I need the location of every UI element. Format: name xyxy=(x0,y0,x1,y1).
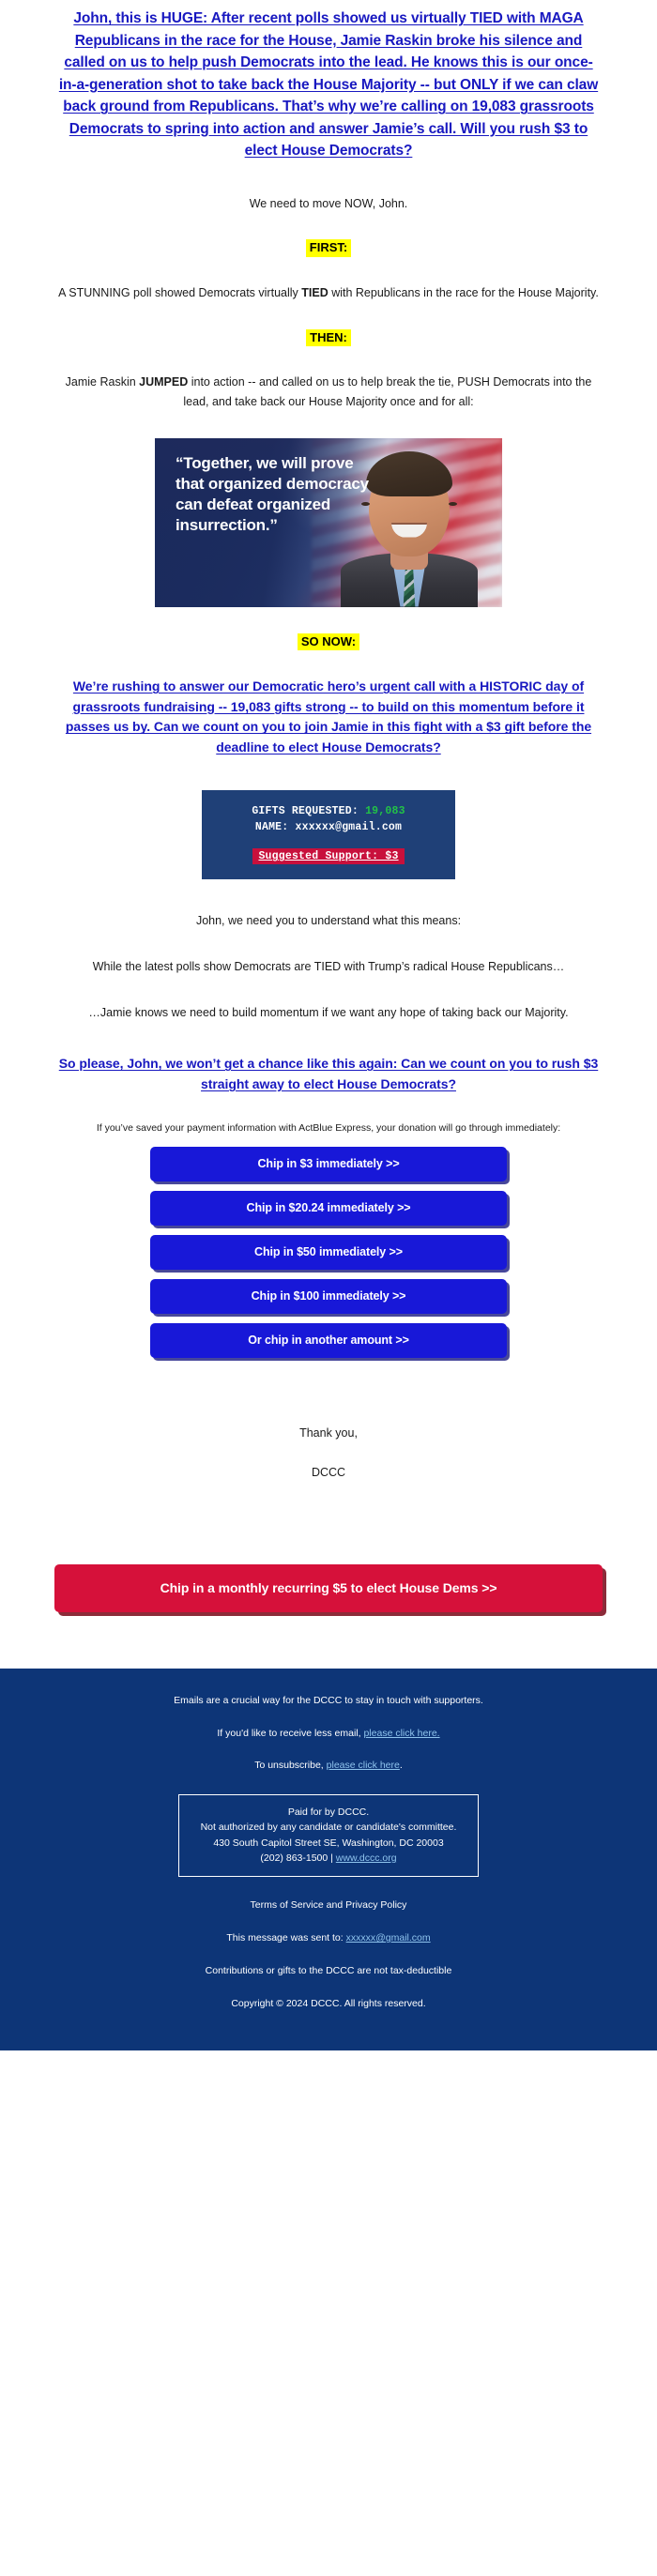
gifts-requested-row: GIFTS REQUESTED: 19,083 xyxy=(211,803,446,819)
website-link[interactable]: www.dccc.org xyxy=(336,1852,397,1864)
donate-button-100[interactable]: Chip in $100 immediately >> xyxy=(150,1278,507,1314)
mid-paragraph-2-section: While the latest polls show Democrats ar… xyxy=(0,957,657,977)
sent-to-prefix: This message was sent to: xyxy=(226,1932,346,1944)
then-para-after: into action -- and called on us to help … xyxy=(183,375,592,408)
intro-section: We need to move NOW, John. xyxy=(0,194,657,214)
so-now-cta-link[interactable]: We’re rushing to answer our Democratic h… xyxy=(56,677,601,758)
final-cta-link[interactable]: So please, John, we won’t get a chance l… xyxy=(56,1054,601,1094)
quote-card[interactable]: “Together, we will prove that organized … xyxy=(155,437,502,607)
gifts-requested-label: GIFTS REQUESTED: xyxy=(252,804,359,817)
recurring-donation-button[interactable]: Chip in a monthly recurring $5 to elect … xyxy=(54,1563,603,1612)
quote-text: “Together, we will prove that organized … xyxy=(176,453,369,534)
email-footer: Emails are a crucial way for the DCCC to… xyxy=(0,1668,657,2051)
copyright-line: Copyright © 2024 DCCC. All rights reserv… xyxy=(231,1997,426,2009)
first-para-before: A STUNNING poll showed Democrats virtual… xyxy=(58,286,302,300)
name-label: NAME: xyxy=(254,821,289,834)
signoff-thanks: Thank you, xyxy=(299,1425,358,1440)
first-highlight-label: FIRST: xyxy=(305,239,352,258)
paid-for-disclaimer-box: Paid for by DCCC. Not authorized by any … xyxy=(178,1794,479,1878)
gifts-requested-value: 19,083 xyxy=(365,804,405,817)
so-now-cta-section: We’re rushing to answer our Democratic h… xyxy=(0,677,657,758)
signoff-section: Thank you, DCCC xyxy=(0,1424,657,1482)
raskin-quote-image[interactable]: “Together, we will prove that organized … xyxy=(0,437,657,607)
then-para-bold: JUMPED xyxy=(139,375,189,389)
address-line: 430 South Capitol Street SE, Washington,… xyxy=(213,1837,444,1849)
mid-paragraph-3: …Jamie knows we need to build momentum i… xyxy=(88,1005,569,1019)
then-highlight-label: THEN: xyxy=(306,328,351,347)
signoff-org: DCCC xyxy=(311,1465,346,1479)
unsubscribe-prefix: To unsubscribe, xyxy=(254,1760,327,1772)
donate-button-2024[interactable]: Chip in $20.24 immediately >> xyxy=(150,1190,507,1226)
then-paragraph: Jamie Raskin JUMPED into action -- and c… xyxy=(56,373,601,411)
donate-button-other[interactable]: Or chip in another amount >> xyxy=(150,1322,507,1358)
so-now-highlight-label: SO NOW: xyxy=(297,633,360,651)
paid-for-line: Paid for by DCCC. xyxy=(287,1806,370,1819)
email-body: John, this is HUGE: After recent polls s… xyxy=(0,0,657,2051)
suggested-support-badge[interactable]: Suggested Support: $3 xyxy=(252,848,405,865)
actblue-note-section: If you’ve saved your payment information… xyxy=(0,1121,657,1136)
first-para-after: with Republicans in the race for the Hou… xyxy=(328,286,599,300)
headline-section: John, this is HUGE: After recent polls s… xyxy=(0,0,657,162)
footer-intro-line: Emails are a crucial way for the DCCC to… xyxy=(174,1694,483,1706)
less-email-line: If you'd like to receive less email, ple… xyxy=(38,1726,619,1742)
less-email-link[interactable]: please click here. xyxy=(363,1728,439,1739)
so-now-label-wrap: SO NOW: xyxy=(0,633,657,651)
donation-button-stack: Chip in $3 immediately >> Chip in $20.24… xyxy=(0,1146,657,1358)
sent-to-line: This message was sent to: xxxxxx@gmail.c… xyxy=(38,1930,619,1946)
first-paragraph-section: A STUNNING poll showed Democrats virtual… xyxy=(0,283,657,303)
name-value: xxxxxx@gmail.com xyxy=(295,821,403,834)
mid-paragraph-3-section: …Jamie knows we need to build momentum i… xyxy=(0,1003,657,1023)
first-para-bold: TIED xyxy=(301,286,328,300)
terms-privacy-line[interactable]: Terms of Service and Privacy Policy xyxy=(38,1898,619,1913)
donate-button-50[interactable]: Chip in $50 immediately >> xyxy=(150,1234,507,1270)
mid-paragraph-2: While the latest polls show Democrats ar… xyxy=(92,959,565,973)
right-eye-shape xyxy=(449,501,457,506)
donate-button-3[interactable]: Chip in $3 immediately >> xyxy=(150,1146,507,1181)
tax-deductible-line: Contributions or gifts to the DCCC are n… xyxy=(205,1964,452,1976)
then-para-before: Jamie Raskin xyxy=(65,375,140,389)
less-email-prefix: If you'd like to receive less email, xyxy=(217,1727,364,1739)
recipient-email-link[interactable]: xxxxxx@gmail.com xyxy=(346,1932,431,1943)
phone-text: (202) 863-1500 | xyxy=(260,1852,336,1865)
first-label-wrap: FIRST: xyxy=(0,239,657,258)
unsubscribe-line: To unsubscribe, please click here. xyxy=(38,1758,619,1774)
name-row: NAME: xxxxxx@gmail.com xyxy=(211,819,446,835)
unsubscribe-link[interactable]: please click here xyxy=(327,1760,400,1771)
then-paragraph-section: Jamie Raskin JUMPED into action -- and c… xyxy=(0,373,657,411)
intro-line: We need to move NOW, John. xyxy=(249,196,408,210)
not-authorized-line: Not authorized by any candidate or candi… xyxy=(200,1821,457,1834)
final-cta-section: So please, John, we won’t get a chance l… xyxy=(0,1054,657,1094)
actblue-express-note: If you’ve saved your payment information… xyxy=(96,1121,561,1134)
phone-website-line: (202) 863-1500 | www.dccc.org xyxy=(187,1851,470,1866)
unsubscribe-suffix: . xyxy=(399,1760,403,1772)
mid-paragraph-1: John, we need you to understand what thi… xyxy=(195,914,462,928)
gift-status-box: GIFTS REQUESTED: 19,083 NAME: xxxxxx@gma… xyxy=(202,789,455,880)
mid-paragraph-1-section: John, we need you to understand what thi… xyxy=(0,911,657,931)
headline-link[interactable]: John, this is HUGE: After recent polls s… xyxy=(56,0,601,162)
then-label-wrap: THEN: xyxy=(0,328,657,347)
first-paragraph: A STUNNING poll showed Democrats virtual… xyxy=(56,283,601,303)
hair-shape xyxy=(366,450,452,496)
